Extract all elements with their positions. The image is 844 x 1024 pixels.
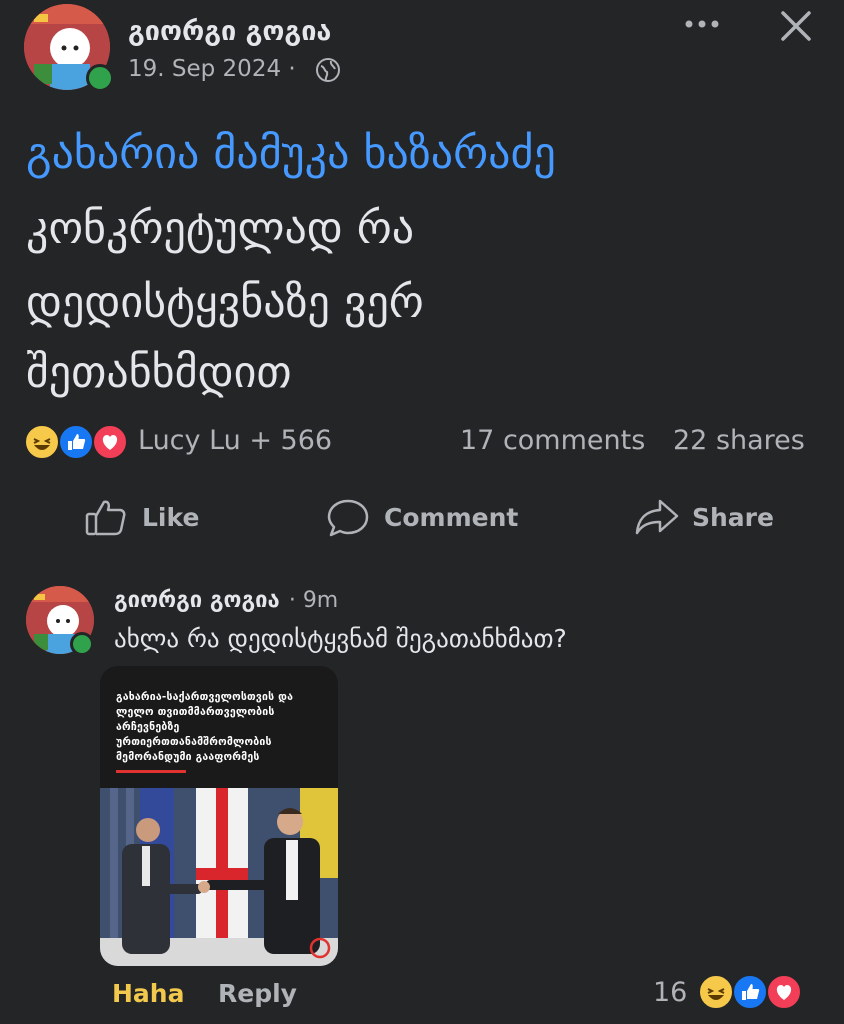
like-reaction-icon: [58, 424, 94, 460]
image-title-line-1: გახარია-საქართველოსთვის და: [116, 691, 294, 703]
post-text-line-2: დედისტყვნაზე ვერ: [26, 277, 424, 328]
reply-button[interactable]: Reply: [218, 979, 297, 1008]
close-icon[interactable]: [778, 8, 814, 48]
image-headline-panel: გახარია-საქართველოსთვის და ლელო თვითმმარ…: [100, 666, 338, 788]
post-text-line-3: შეთანხმდით: [26, 347, 292, 398]
image-title-line-3: არჩევნებზე: [116, 721, 180, 733]
post-mention-link[interactable]: გახარია მამუკა ხაზარაძე: [26, 128, 556, 179]
commenter-online-dot: [70, 632, 94, 656]
post-date[interactable]: 19. Sep 2024 ·: [128, 56, 296, 82]
love-reaction-icon: [92, 424, 128, 460]
comment-reactions-summary[interactable]: [698, 974, 808, 1010]
comment-time[interactable]: · 9m: [289, 588, 338, 613]
image-title-line-2: ლელო თვითმმართველობის: [116, 706, 275, 718]
more-icon[interactable]: [683, 14, 723, 38]
comment-text: ახლა რა დედისტყვნამ შეგათანხმათ?: [114, 624, 567, 653]
haha-reaction-icon: [24, 424, 60, 460]
haha-reaction-icon: [698, 974, 734, 1010]
online-status-dot: [86, 64, 114, 92]
reactions-summary[interactable]: [24, 424, 134, 460]
handshake-photo: [100, 788, 338, 966]
headline-accent-bar: [116, 770, 186, 773]
post-author-name[interactable]: გიორგი გოგია: [128, 16, 331, 47]
share-button[interactable]: Share: [634, 495, 784, 539]
love-reaction-icon: [766, 974, 802, 1010]
image-title-line-5: მემორანდუმი გააფორმეს: [116, 751, 260, 763]
reactors-summary[interactable]: Lucy Lu + 566: [138, 425, 332, 456]
comment-label: Comment: [384, 503, 519, 532]
comment-button[interactable]: Comment: [326, 495, 526, 539]
post-text-line-1: კონკრეტულად რა: [26, 203, 415, 254]
comment-header: გიორგი გოგია · 9m: [114, 588, 338, 613]
share-label: Share: [692, 503, 774, 532]
haha-reaction-button[interactable]: Haha: [112, 979, 184, 1008]
shares-count[interactable]: 22 shares: [673, 425, 805, 456]
comment-author-name[interactable]: გიორგი გოგია: [114, 588, 280, 613]
like-label: Like: [142, 503, 200, 532]
comment-image[interactable]: გახარია-საქართველოსთვის და ლელო თვითმმარ…: [100, 666, 338, 966]
like-icon: [84, 497, 128, 541]
like-reaction-icon: [732, 974, 768, 1010]
share-icon: [634, 497, 680, 541]
comment-icon: [326, 497, 370, 543]
globe-icon: [315, 57, 341, 87]
comment-reaction-count[interactable]: 16: [653, 977, 687, 1008]
like-button[interactable]: Like: [84, 495, 224, 539]
image-title-line-4: ურთიერთთანამშრომლობის: [116, 736, 272, 748]
comments-count[interactable]: 17 comments: [460, 425, 645, 456]
